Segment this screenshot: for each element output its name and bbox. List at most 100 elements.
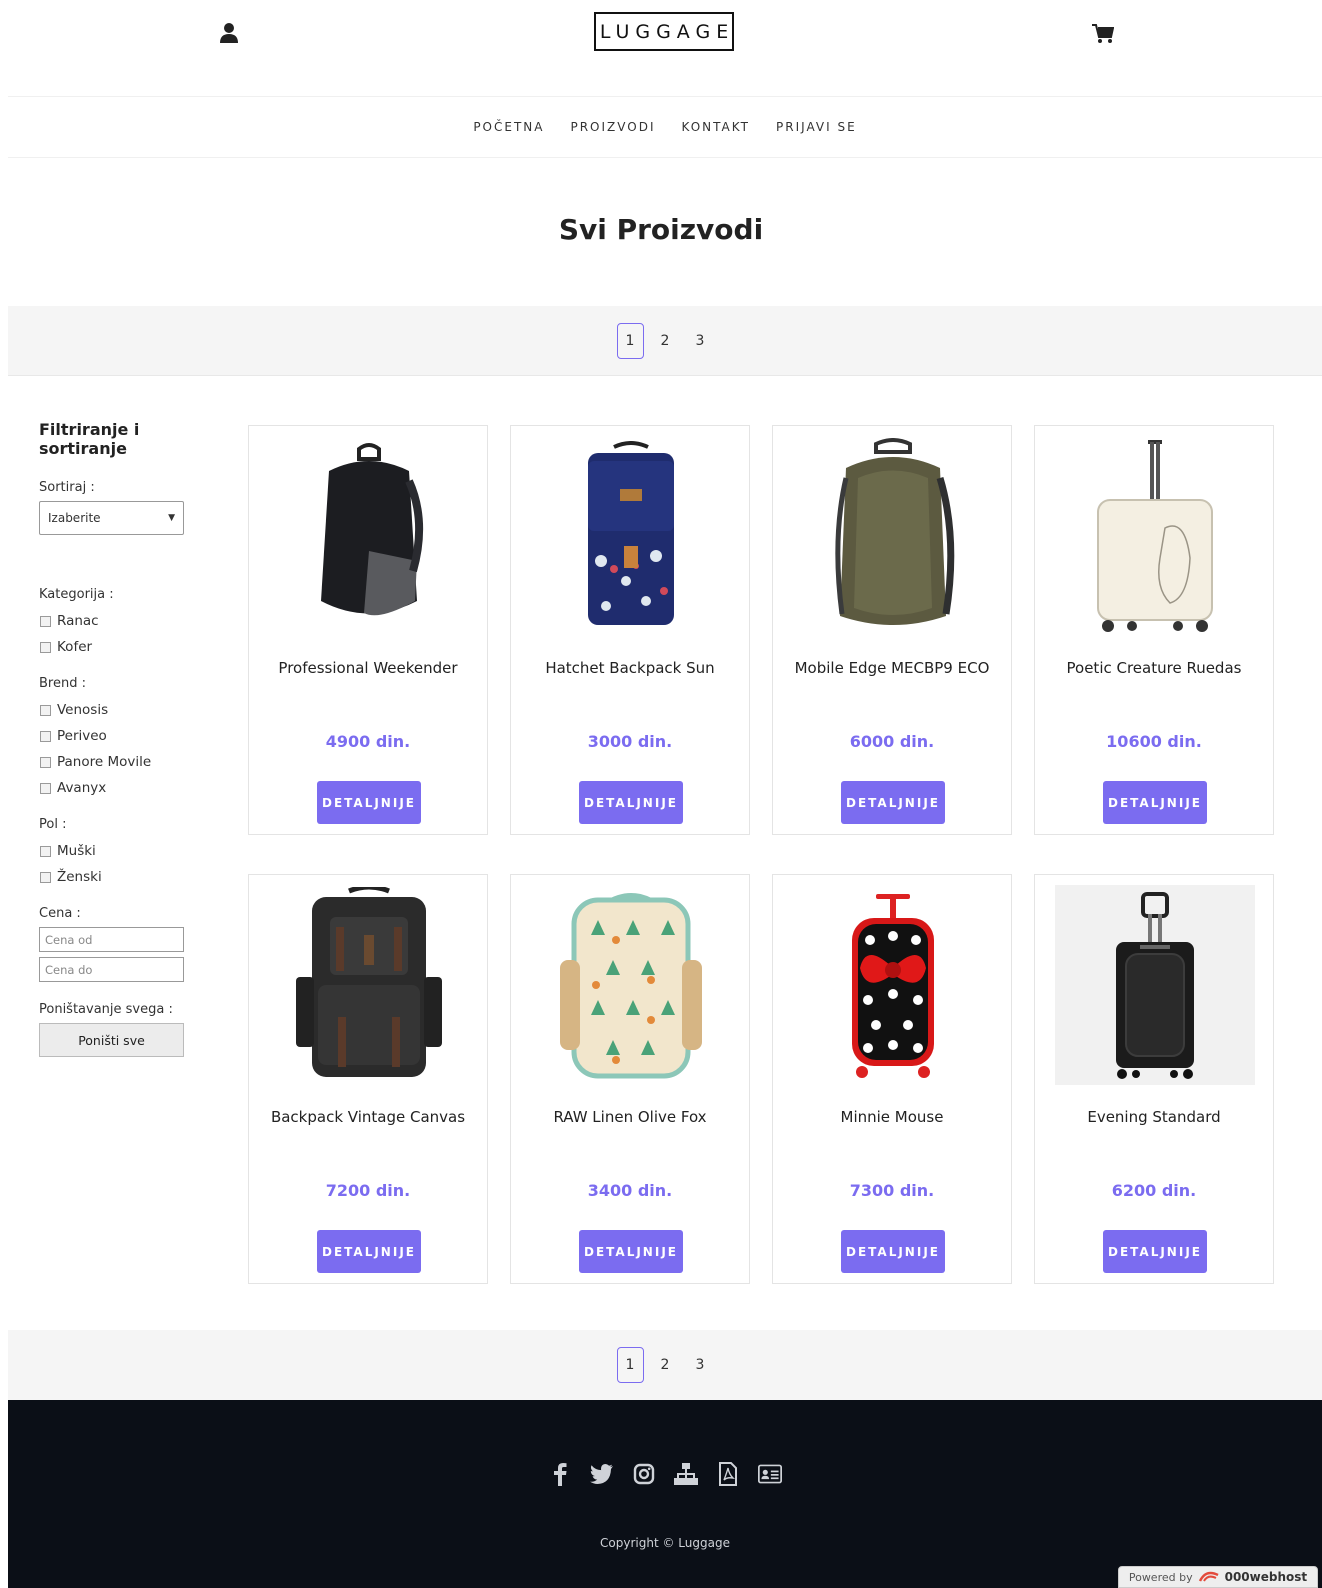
product-image[interactable]	[269, 885, 469, 1085]
product-name[interactable]: Hatchet Backpack Sun	[511, 659, 749, 677]
checkbox-label: Kofer	[57, 639, 93, 655]
pdf-icon[interactable]	[716, 1462, 740, 1486]
product-image[interactable]	[531, 885, 731, 1085]
reset-label: Poništavanje svega :	[39, 1002, 173, 1017]
category-checkbox-kofer[interactable]: Kofer	[39, 634, 199, 660]
product-name[interactable]: RAW Linen Olive Fox	[511, 1108, 749, 1126]
webhost-logo-icon	[1198, 1569, 1220, 1586]
checkbox-label: Ženski	[57, 869, 102, 885]
nav-kontakt[interactable]: KONTAKT	[682, 120, 751, 134]
product-name[interactable]: Poetic Creature Ruedas	[1035, 659, 1273, 677]
page-link-1[interactable]: 1	[616, 322, 644, 359]
page-link-3[interactable]: 3	[687, 323, 714, 359]
gender-label: Pol :	[39, 817, 67, 832]
details-button[interactable]: DETALJNIJE	[1103, 1230, 1207, 1273]
product-card: RAW Linen Olive Fox 3400 din. DETALJNIJE	[510, 874, 750, 1284]
product-image[interactable]	[269, 436, 469, 636]
product-card: Poetic Creature Ruedas 10600 din. DETALJ…	[1034, 425, 1274, 835]
product-card: Mobile Edge MECBP9 ECO 6000 din. DETALJN…	[772, 425, 1012, 835]
main-nav: POČETNA PROIZVODI KONTAKT PRIJAVI SE	[8, 96, 1322, 158]
checkbox-label: Venosis	[57, 702, 109, 718]
checkbox[interactable]	[40, 704, 51, 716]
brand-checkbox-avanyx[interactable]: Avanyx	[39, 775, 199, 801]
checkbox[interactable]	[40, 641, 51, 653]
site-footer: Copyright © Luggage	[8, 1400, 1322, 1588]
details-button[interactable]: DETALJNIJE	[841, 781, 945, 824]
product-price: 6200 din.	[1111, 1181, 1197, 1200]
gender-checkbox-zenski[interactable]: Ženski	[39, 864, 199, 890]
sort-label: Sortiraj :	[39, 480, 95, 495]
product-card: Backpack Vintage Canvas 7200 din. DETALJ…	[248, 874, 488, 1284]
filter-sidebar: Filtriranje i sortiranje Sortiraj : Izab…	[39, 420, 199, 1071]
checkbox-label: Ranac	[57, 613, 99, 629]
checkbox[interactable]	[40, 782, 51, 794]
product-name[interactable]: Professional Weekender	[249, 659, 487, 677]
product-name[interactable]: Minnie Mouse	[773, 1108, 1011, 1126]
product-name[interactable]: Evening Standard	[1035, 1108, 1273, 1126]
checkbox[interactable]	[40, 615, 51, 627]
product-image[interactable]	[1055, 885, 1255, 1085]
price-from-input[interactable]: Cena od	[39, 927, 184, 952]
details-button[interactable]: DETALJNIJE	[579, 781, 683, 824]
product-card: Professional Weekender 4900 din. DETALJN…	[248, 425, 488, 835]
product-name[interactable]: Backpack Vintage Canvas	[249, 1108, 487, 1126]
powered-prefix: Powered by	[1128, 1570, 1193, 1584]
sort-select[interactable]: Izaberite ▼	[39, 501, 184, 535]
checkbox[interactable]	[40, 730, 51, 742]
chevron-down-icon: ▼	[168, 513, 175, 523]
site-header: LUGGAGE	[0, 0, 1322, 96]
nav-proizvodi[interactable]: PROIZVODI	[570, 120, 655, 134]
nav-pocetna[interactable]: POČETNA	[473, 120, 544, 134]
page-link-2[interactable]: 2	[652, 1347, 679, 1383]
page-link-2[interactable]: 2	[652, 323, 679, 359]
checkbox-label: Periveo	[57, 728, 107, 744]
details-button[interactable]: DETALJNIJE	[841, 1230, 945, 1273]
brand-checkbox-periveo[interactable]: Periveo	[39, 723, 199, 749]
product-image[interactable]	[531, 436, 731, 636]
nav-prijavi-se[interactable]: PRIJAVI SE	[776, 120, 857, 134]
details-button[interactable]: DETALJNIJE	[579, 1230, 683, 1273]
sidebar-title: Filtriranje i sortiranje	[39, 420, 140, 458]
gender-checkbox-muski[interactable]: Muški	[39, 838, 199, 864]
details-button[interactable]: DETALJNIJE	[317, 781, 421, 824]
checkbox[interactable]	[40, 756, 51, 768]
checkbox-label: Muški	[57, 843, 96, 859]
checkbox[interactable]	[40, 845, 51, 857]
sort-select-value: Izaberite	[48, 511, 101, 525]
sitemap-icon[interactable]	[674, 1462, 698, 1486]
powered-by-badge[interactable]: Powered by 000webhost	[1118, 1566, 1318, 1588]
product-image[interactable]	[793, 885, 993, 1085]
page-title: Svi Proizvodi	[558, 213, 764, 246]
twitter-icon[interactable]	[590, 1462, 614, 1486]
id-card-icon[interactable]	[758, 1462, 782, 1486]
product-image[interactable]	[793, 436, 993, 636]
checkbox[interactable]	[40, 871, 51, 883]
details-button[interactable]: DETALJNIJE	[1103, 781, 1207, 824]
instagram-icon[interactable]	[632, 1462, 656, 1486]
pagination-top: 1 2 3	[8, 306, 1322, 376]
brand-label: Brend :	[39, 676, 86, 691]
price-label: Cena :	[39, 906, 81, 921]
brand-checkbox-panore-movile[interactable]: Panore Movile	[39, 749, 199, 775]
product-image[interactable]	[1055, 436, 1255, 636]
product-price: 7200 din.	[325, 1181, 411, 1200]
checkbox-label: Avanyx	[57, 780, 107, 796]
product-price: 3400 din.	[587, 1181, 673, 1200]
details-button[interactable]: DETALJNIJE	[317, 1230, 421, 1273]
user-icon[interactable]	[219, 22, 239, 44]
category-checkbox-ranac[interactable]: Ranac	[39, 608, 199, 634]
facebook-icon[interactable]	[548, 1462, 572, 1486]
product-price: 7300 din.	[849, 1181, 935, 1200]
site-logo[interactable]: LUGGAGE	[594, 12, 734, 51]
brand-checkbox-venosis[interactable]: Venosis	[39, 697, 199, 723]
reset-all-button[interactable]: Poništi sve	[39, 1023, 184, 1057]
copyright-text: Copyright © Luggage	[600, 1536, 730, 1550]
product-card: Minnie Mouse 7300 din. DETALJNIJE	[772, 874, 1012, 1284]
cart-icon[interactable]	[1092, 24, 1115, 44]
product-card: Hatchet Backpack Sun 3000 din. DETALJNIJ…	[510, 425, 750, 835]
price-to-input[interactable]: Cena do	[39, 957, 184, 982]
page-link-1[interactable]: 1	[616, 1347, 644, 1383]
product-name[interactable]: Mobile Edge MECBP9 ECO	[773, 659, 1011, 677]
page-link-3[interactable]: 3	[687, 1347, 714, 1383]
category-label: Kategorija :	[39, 587, 114, 602]
